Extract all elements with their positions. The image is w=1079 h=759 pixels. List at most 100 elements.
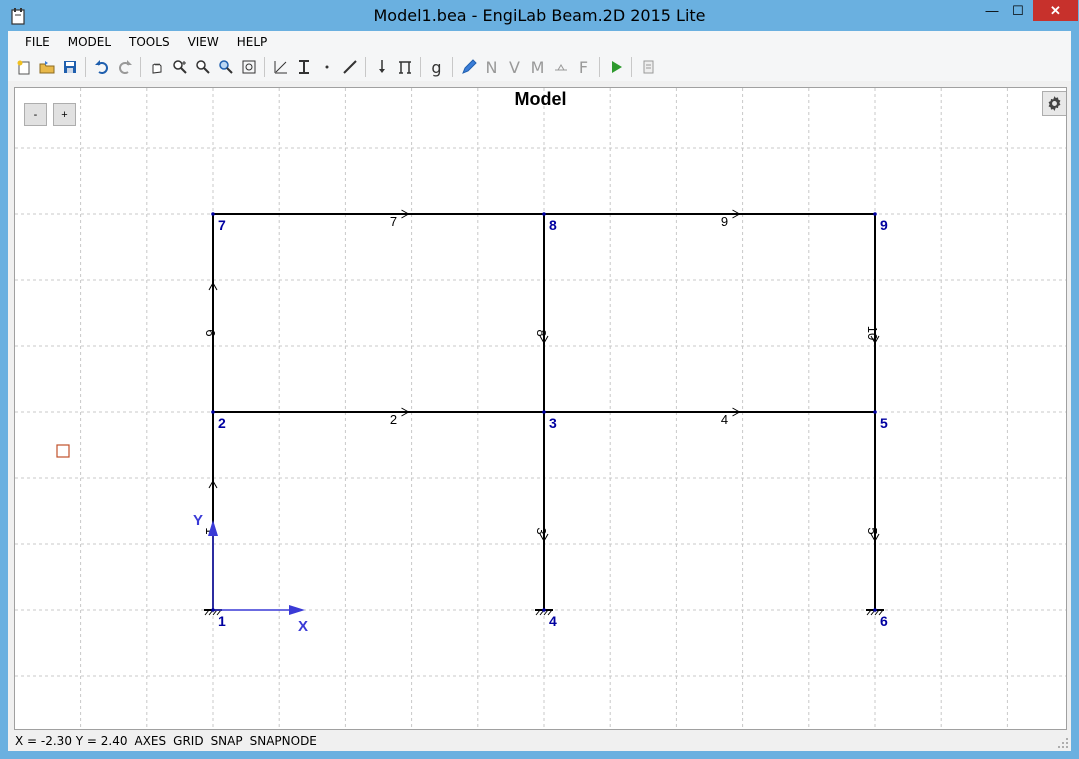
zoom-extents-button[interactable] — [214, 56, 237, 78]
edit-button[interactable] — [457, 56, 480, 78]
toolbar-separator — [140, 57, 141, 77]
node-label: 1 — [218, 613, 226, 629]
section-button[interactable] — [292, 56, 315, 78]
load-button[interactable] — [370, 56, 393, 78]
node-label: 2 — [218, 415, 226, 431]
deformed-icon — [554, 64, 567, 71]
report-button[interactable] — [636, 56, 659, 78]
reactions-icon: F — [578, 57, 589, 77]
toolbar-separator — [264, 57, 265, 77]
maximize-button[interactable]: ☐ — [1005, 0, 1031, 21]
zoom-previous-icon — [242, 60, 255, 74]
toolbar-separator — [599, 57, 600, 77]
status-grid[interactable]: GRID — [173, 734, 203, 748]
toolbar-separator — [452, 57, 453, 77]
menu-view[interactable]: VIEW — [179, 31, 228, 53]
open-button[interactable] — [35, 56, 58, 78]
zoom-out-button[interactable]: - — [24, 103, 47, 126]
zoom-window-button[interactable] — [191, 56, 214, 78]
settings-button[interactable] — [1042, 91, 1066, 116]
zoom-in-canvas-button[interactable]: + — [53, 103, 76, 126]
new-button[interactable] — [12, 56, 35, 78]
app-window: Model1.bea - EngiLab Beam.2D 2015 Lite —… — [0, 0, 1079, 759]
toolbar-separator — [631, 57, 632, 77]
undo-icon — [94, 60, 108, 74]
element-label: 10 — [865, 326, 880, 340]
element-button[interactable] — [338, 56, 361, 78]
status-bar: X = -2.30 Y = 2.40 AXES GRID SNAP SNAPNO… — [8, 731, 1071, 751]
undo-button[interactable] — [90, 56, 113, 78]
node-6[interactable] — [873, 608, 877, 612]
x-axis-arrow-icon — [289, 605, 305, 615]
y-axis-label: Y — [193, 512, 203, 529]
x-axis-label: X — [298, 618, 308, 635]
status-snap[interactable]: SNAP — [211, 734, 243, 748]
zoom-extents-icon — [218, 60, 233, 74]
minimize-button[interactable]: — — [979, 0, 1005, 21]
redo-button[interactable] — [113, 56, 136, 78]
run-button[interactable] — [604, 56, 627, 78]
menu-file[interactable]: FILE — [8, 31, 59, 53]
zoom-in-icon — [172, 60, 187, 74]
node-button[interactable] — [315, 56, 338, 78]
material-icon — [274, 61, 287, 74]
normal-force-icon: N — [485, 57, 498, 77]
deformed-button[interactable] — [549, 56, 572, 78]
element-label: 8 — [534, 329, 549, 336]
zoom-previous-button[interactable] — [237, 56, 260, 78]
shear-force-button[interactable]: V — [503, 56, 526, 78]
node-label: 9 — [880, 217, 888, 233]
gravity-icon: g — [431, 57, 442, 77]
moment-icon: M — [530, 57, 545, 77]
element-label: 6 — [203, 329, 218, 336]
node-label: 8 — [549, 217, 557, 233]
node-2[interactable] — [211, 410, 215, 414]
element-icon — [342, 60, 357, 74]
menu-help[interactable]: HELP — [228, 31, 277, 53]
menu-model[interactable]: MODEL — [59, 31, 120, 53]
window-title: Model1.bea - EngiLab Beam.2D 2015 Lite — [373, 6, 706, 25]
close-button[interactable]: ✕ — [1033, 0, 1078, 21]
gear-icon — [1048, 96, 1061, 111]
toolbar-separator — [85, 57, 86, 77]
load-icon — [378, 60, 385, 73]
cursor-coordinates: X = -2.30 Y = 2.40 — [15, 734, 128, 748]
section-icon — [298, 60, 309, 74]
node-label: 6 — [880, 613, 888, 629]
node-9[interactable] — [873, 212, 877, 216]
open-icon — [39, 61, 54, 74]
menu-bar: FILE MODEL TOOLS VIEW HELP — [8, 31, 1071, 53]
node-8[interactable] — [542, 212, 546, 216]
status-snapnode[interactable]: SNAPNODE — [250, 734, 317, 748]
node-4[interactable] — [542, 608, 546, 612]
reactions-button[interactable]: F — [572, 56, 595, 78]
toolbar-separator — [420, 57, 421, 77]
element-label: 5 — [865, 527, 880, 534]
title-bar[interactable]: Model1.bea - EngiLab Beam.2D 2015 Lite —… — [0, 0, 1079, 31]
node-5[interactable] — [873, 410, 877, 414]
support-icon — [398, 61, 411, 74]
node-1[interactable] — [211, 608, 215, 612]
node-7[interactable] — [211, 212, 215, 216]
moment-button[interactable]: M — [526, 56, 549, 78]
pan-icon — [152, 63, 161, 74]
pan-button[interactable] — [145, 56, 168, 78]
shear-force-icon: V — [509, 57, 520, 77]
canvas-title: Model — [514, 89, 567, 109]
resize-grip-icon[interactable] — [1057, 737, 1069, 749]
status-axes[interactable]: AXES — [135, 734, 167, 748]
support-button[interactable] — [393, 56, 416, 78]
edit-icon — [461, 59, 477, 74]
model-canvas[interactable]: 12345678910XY123456789 Model - + — [14, 87, 1067, 730]
zoom-in-button[interactable] — [168, 56, 191, 78]
node-3[interactable] — [542, 410, 546, 414]
model-drawing[interactable]: 12345678910XY123456789 — [15, 88, 1067, 730]
save-button[interactable] — [58, 56, 81, 78]
menu-tools[interactable]: TOOLS — [120, 31, 179, 53]
element-label: 3 — [534, 527, 549, 534]
gravity-button[interactable]: g — [425, 56, 448, 78]
material-button[interactable] — [269, 56, 292, 78]
node-label: 5 — [880, 415, 888, 431]
element-label: 9 — [721, 214, 728, 229]
normal-force-button[interactable]: N — [480, 56, 503, 78]
